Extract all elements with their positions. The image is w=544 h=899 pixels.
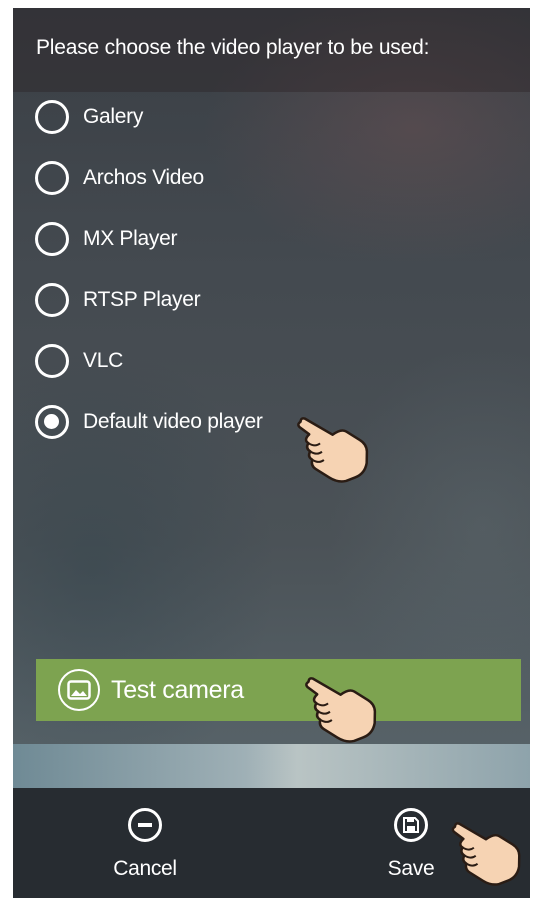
radio-button[interactable] — [35, 161, 69, 195]
test-camera-label: Test camera — [111, 675, 244, 704]
pointing-hand-icon — [305, 677, 377, 743]
floppy-disk-icon — [394, 808, 428, 842]
option-label: VLC — [83, 349, 123, 372]
option-vlc[interactable]: VLC — [35, 336, 455, 386]
option-galery[interactable]: Galery — [35, 92, 455, 142]
page-title: Please choose the video player to be use… — [36, 36, 430, 59]
option-archos-video[interactable]: Archos Video — [35, 153, 455, 203]
option-label: RTSP Player — [83, 288, 201, 311]
pointing-hand-icon — [451, 822, 521, 886]
radio-button-selected[interactable] — [35, 405, 69, 439]
option-mx-player[interactable]: MX Player — [35, 214, 455, 264]
option-default-video-player[interactable]: Default video player — [35, 397, 455, 447]
option-label: Default video player — [83, 410, 263, 433]
save-label: Save — [387, 857, 435, 880]
radio-button[interactable] — [35, 100, 69, 134]
background-strip — [13, 744, 530, 788]
option-label: Galery — [83, 105, 144, 128]
radio-button[interactable] — [35, 283, 69, 317]
app-screen: Please choose the video player to be use… — [13, 8, 530, 898]
test-camera-button[interactable]: Test camera — [36, 659, 521, 721]
minus-circle-icon — [128, 808, 162, 842]
cancel-button[interactable]: Cancel — [85, 788, 205, 898]
radio-button[interactable] — [35, 344, 69, 378]
image-icon — [58, 669, 100, 711]
header: Please choose the video player to be use… — [13, 8, 530, 92]
option-rtsp-player[interactable]: RTSP Player — [35, 275, 455, 325]
cancel-label: Cancel — [113, 857, 177, 880]
radio-button[interactable] — [35, 222, 69, 256]
pointing-hand-icon — [297, 417, 369, 483]
option-label: MX Player — [83, 227, 178, 250]
option-label: Archos Video — [83, 166, 204, 189]
